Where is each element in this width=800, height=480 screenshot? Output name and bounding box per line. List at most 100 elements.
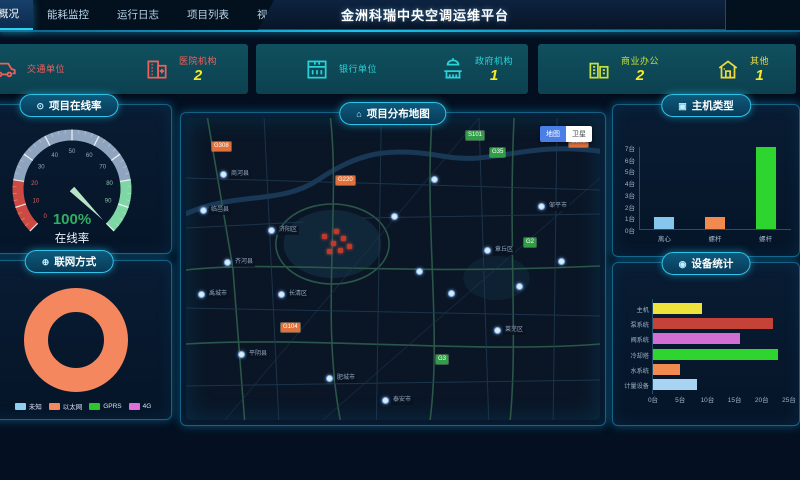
map-marker-label: 泰安市 <box>391 396 413 405</box>
map-button-地图[interactable]: 地图 <box>540 126 566 142</box>
host-icon: ▣ <box>678 101 687 111</box>
x-tick-label: 5台 <box>668 394 692 404</box>
map-marker-dot[interactable] <box>448 290 455 297</box>
y-axis <box>639 147 640 229</box>
map-marker-dot[interactable] <box>416 268 423 275</box>
road-shield: G308 <box>212 142 231 151</box>
x-category-label: 螺杆 <box>746 233 786 243</box>
svg-text:90: 90 <box>105 199 112 205</box>
bar-螺杆 <box>756 147 776 229</box>
row-label: 泵系统 <box>615 320 649 329</box>
map-marker[interactable]: 肥城市 <box>326 374 357 383</box>
map-marker[interactable]: 平阴县 <box>238 350 269 359</box>
panel-host-type: ▣主机类型 0台1台2台3台4台5台6台7台离心螺杆螺杆 <box>612 104 800 257</box>
map-marker-dot <box>268 227 275 234</box>
map-button-卫星[interactable]: 卫星 <box>566 126 592 142</box>
tab-3[interactable]: 运行日志 <box>103 1 173 29</box>
x-tick-label: 25台 <box>777 394 800 404</box>
map-marker-label: 齐河县 <box>233 258 255 267</box>
map-marker-dot[interactable] <box>558 258 565 265</box>
legend-item-GPRS[interactable]: GPRS <box>89 401 121 411</box>
map-marker-red[interactable] <box>322 234 327 239</box>
map-marker-label: 济阳区 <box>277 226 299 235</box>
online-rate-gauge: 0102030405060708090100%在线率 <box>0 117 157 257</box>
bar-冷却塔 <box>653 349 778 360</box>
map-marker[interactable]: 商河县 <box>220 170 251 179</box>
stat-label: 医院机构 <box>179 54 217 67</box>
map-marker-dot <box>484 247 491 254</box>
government-icon <box>440 56 466 82</box>
map-markers-layer: G308G308G220S101G35G2G104G3商河县临邑县济阳区齐河县禹… <box>186 118 600 420</box>
legend-label: GPRS <box>103 403 121 410</box>
tab-2[interactable]: 能耗监控 <box>33 1 103 29</box>
svg-text:30: 30 <box>38 165 45 171</box>
map-marker[interactable]: 章丘区 <box>484 246 515 255</box>
stat-label: 政府机构 <box>475 54 513 67</box>
stat-label: 其他 <box>750 54 769 67</box>
map-marker-dot <box>220 171 227 178</box>
map-marker[interactable]: 禹城市 <box>198 290 229 299</box>
car-icon <box>0 56 18 82</box>
x-tick-label: 20台 <box>750 394 774 404</box>
stat-value: 2 <box>179 68 217 84</box>
svg-text:80: 80 <box>106 181 113 187</box>
map-marker-label: 莱芜区 <box>503 326 525 335</box>
x-tick-label: 0台 <box>641 394 665 404</box>
map-icon: ⌂ <box>356 109 361 119</box>
map-marker-label: 长清区 <box>287 290 309 299</box>
map-marker-red[interactable] <box>334 229 339 234</box>
panel-device-stats: ◉设备统计 主机泵系统阀系统冷却塔水系统计量设备0台5台10台15台20台25台 <box>612 262 800 426</box>
panel-host-type-title: ▣主机类型 <box>661 94 751 117</box>
stat-value: 1 <box>475 68 513 84</box>
svg-text:50: 50 <box>69 149 76 155</box>
map-marker[interactable]: 泰安市 <box>382 396 413 405</box>
stats-card-2: 银行单位 政府机构1 <box>256 44 528 94</box>
map-canvas[interactable]: G308G308G220S101G35G2G104G3商河县临邑县济阳区齐河县禹… <box>186 118 600 420</box>
map-marker[interactable]: 济阳区 <box>268 226 299 235</box>
map-marker-red[interactable] <box>331 241 336 246</box>
legend-item-以太网[interactable]: 以太网 <box>49 401 83 411</box>
map-marker-dot[interactable] <box>391 213 398 220</box>
tab-4[interactable]: 项目列表 <box>173 1 243 29</box>
stat-value: 2 <box>621 68 659 84</box>
office-icon <box>586 56 612 82</box>
legend-item-4G[interactable]: 4G <box>129 401 152 411</box>
map-marker-label: 临邑县 <box>209 206 231 215</box>
bar-螺杆 <box>705 217 725 229</box>
road-shield: G220 <box>336 176 355 185</box>
map-marker-red[interactable] <box>347 244 352 249</box>
panel-title-text: 项目在线率 <box>49 100 102 112</box>
y-tick-label: 5台 <box>613 166 635 176</box>
panel-title-text: 设备统计 <box>691 258 733 270</box>
map-marker-dot <box>200 207 207 214</box>
top-navbar: 概况能耗监控运行日志项目列表视频监控 金洲科瑞中央空调运维平台 <box>0 0 800 30</box>
map-marker-red[interactable] <box>338 248 343 253</box>
row-label: 主机 <box>615 305 649 314</box>
legend-item-未知[interactable]: 未知 <box>15 401 42 411</box>
svg-text:10: 10 <box>33 199 40 205</box>
panel-title-text: 项目分布地图 <box>367 108 430 120</box>
y-tick-label: 3台 <box>613 190 635 200</box>
map-marker-red[interactable] <box>341 236 346 241</box>
stat-value: 1 <box>750 68 769 84</box>
map-marker[interactable]: 长清区 <box>278 290 309 299</box>
map-marker-dot <box>538 203 545 210</box>
stat-label: 银行单位 <box>339 62 377 75</box>
x-category-label: 离心 <box>644 233 684 243</box>
map-marker[interactable]: 临邑县 <box>200 206 231 215</box>
house-icon <box>715 56 741 82</box>
stats-icon: ◉ <box>679 259 687 269</box>
svg-text:在线率: 在线率 <box>55 231 90 245</box>
bar-离心 <box>654 217 674 229</box>
map-marker-dot[interactable] <box>516 283 523 290</box>
map-marker-dot <box>278 291 285 298</box>
map-marker-dot[interactable] <box>431 176 438 183</box>
hospital-icon <box>144 56 170 82</box>
bank-icon <box>304 56 330 82</box>
map-marker-label: 商河县 <box>229 170 251 179</box>
map-marker[interactable]: 邹平市 <box>538 202 569 211</box>
map-marker[interactable]: 齐河县 <box>224 258 255 267</box>
map-marker-red[interactable] <box>327 249 332 254</box>
tab-1[interactable]: 概况 <box>0 0 33 30</box>
map-marker[interactable]: 莱芜区 <box>494 326 525 335</box>
